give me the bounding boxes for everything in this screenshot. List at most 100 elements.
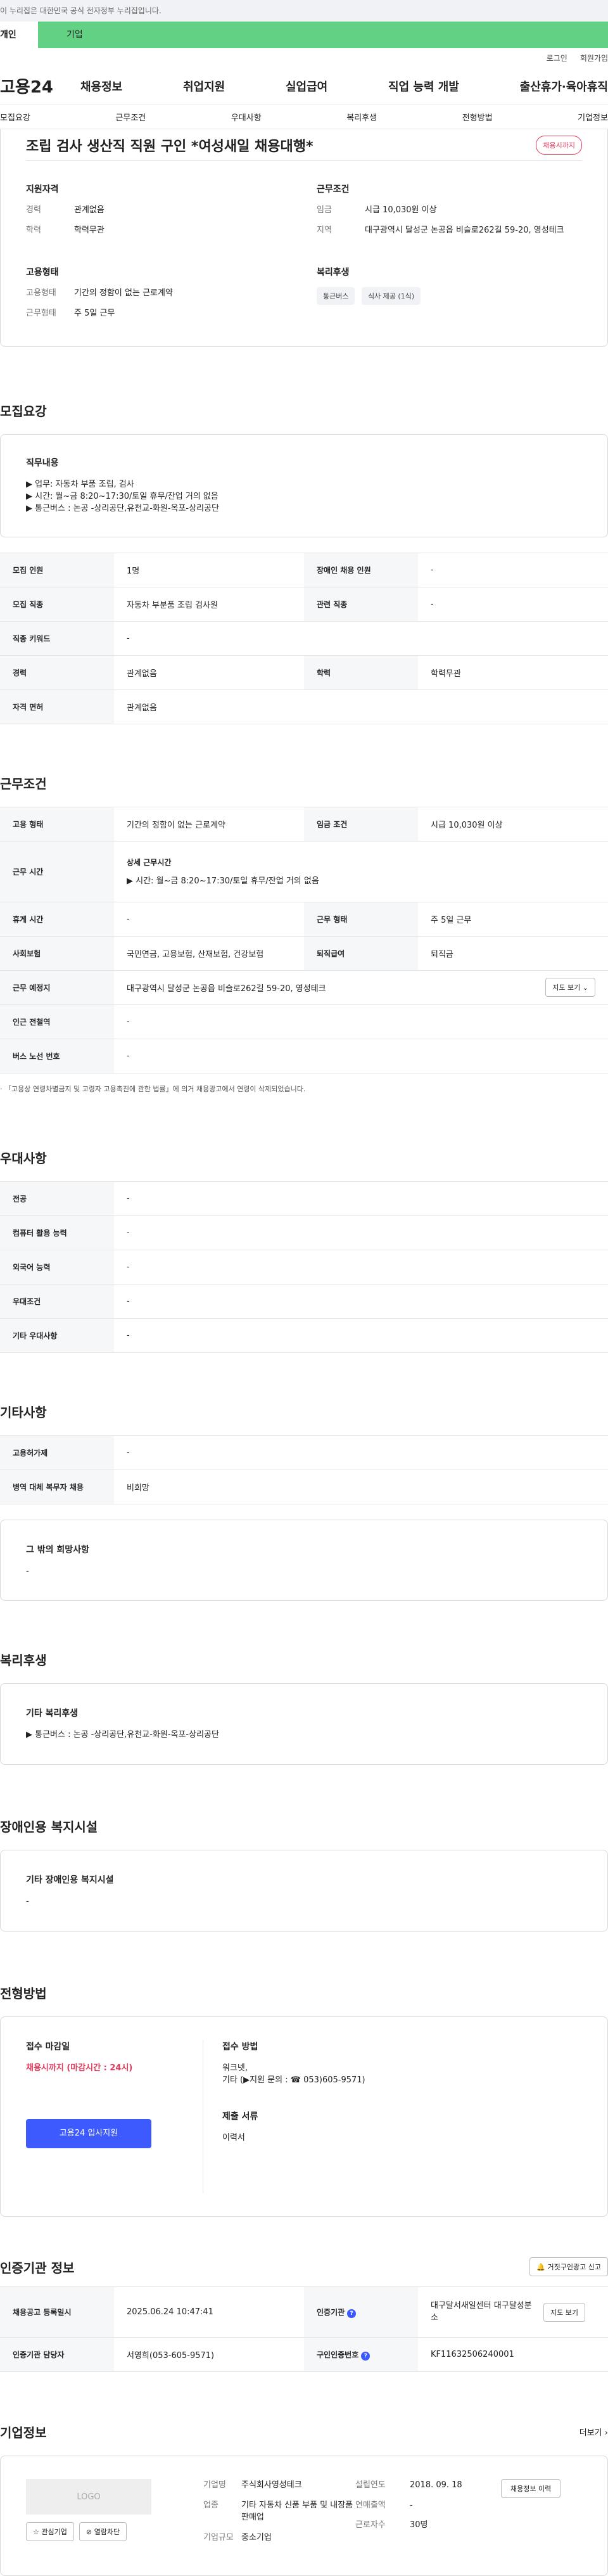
map-button-label: 지도 보기 [552, 984, 581, 992]
mgr-label: 인증기관 담당자 [0, 2337, 114, 2373]
block-button[interactable]: ⊘ 열람차단 [79, 2522, 127, 2542]
chevron-right-icon: › [604, 2428, 608, 2438]
login-link[interactable]: 로그인 [547, 53, 567, 63]
language-label: 외국어 능력 [0, 1250, 114, 1285]
more-link-label: 더보기 [579, 2428, 602, 2438]
table-row: 고용허가제 - [0, 1435, 608, 1470]
subnav-preference[interactable]: 우대사항 [231, 111, 262, 123]
industry-label: 업종 [203, 2500, 218, 2510]
table-row: 사회보험 국민연금, 고용보험, 산재보험, 건강보험 퇴직급여 퇴직금 [0, 936, 608, 971]
worktype-value: 주 5일 근무 [418, 902, 608, 937]
num-label-cell: 구인인증번호? [304, 2337, 418, 2373]
company-name-value: 주식회사영성테크 [241, 2480, 302, 2490]
more-link[interactable]: 더보기 › [580, 2426, 608, 2438]
military-label: 병역 대체 복무자 채용 [0, 1470, 114, 1504]
bus-value: - [114, 1039, 608, 1073]
edu-value: 학력무관 [418, 655, 608, 690]
org-map-button[interactable]: 지도 보기 [543, 2302, 585, 2322]
place-label: 근무 예정지 [0, 970, 114, 1005]
duty-line-1: ▶ 업무: 자동차 부품 조립, 검사 [26, 480, 134, 489]
bell-icon: 🔔 [536, 2263, 546, 2272]
duty-box: 직무내용 ▶ 업무: 자동차 부품 조립, 검사 ▶ 시간: 월~금 8:20~… [0, 434, 608, 537]
disabled-value: - [418, 553, 608, 587]
selection-section-title: 전형방법 [0, 1986, 47, 2002]
docs-title: 제출 서류 [222, 2111, 258, 2122]
join-link[interactable]: 회원가입 [580, 53, 608, 63]
table-row: 병역 대체 복무자 채용 비희망 [0, 1470, 608, 1504]
subnav-company[interactable]: 기업정보 [578, 111, 608, 123]
conditions-section-title: 근무조건 [0, 776, 47, 791]
site-logo[interactable]: 고용24 [0, 74, 80, 98]
disabled-facility-box: 기타 장애인용 복지시설 - [0, 1850, 608, 1932]
military-value: 비희망 [114, 1470, 608, 1504]
wage-label: 임금 [317, 205, 332, 215]
gnb-vocational-training[interactable]: 직업 능력 개발 [388, 78, 459, 94]
table-row: 외국어 능력 - [0, 1250, 608, 1285]
tab-company[interactable]: 기업 [38, 22, 114, 48]
retire-label: 퇴직급여 [304, 936, 418, 971]
org-label-cell: 인증기관? [304, 2286, 418, 2338]
retire-value: 퇴직금 [418, 936, 608, 971]
employees-value: 30명 [410, 2520, 428, 2530]
major-value: - [114, 1181, 608, 1216]
job-label: 모집 직종 [0, 587, 114, 622]
wage-value: 시급 10,030원 이상 [418, 807, 608, 842]
language-value: - [114, 1250, 608, 1285]
career-label: 경력 [0, 655, 114, 690]
subnav-welfare[interactable]: 복리후생 [346, 111, 377, 123]
subnav-recruit[interactable]: 모집요강 [0, 111, 30, 123]
subnav-conditions[interactable]: 근무조건 [115, 111, 146, 123]
gnb-employment-support[interactable]: 취업지원 [183, 78, 225, 94]
gnb-unemployment-benefit[interactable]: 실업급여 [286, 78, 327, 94]
insurance-value: 국민연금, 고용보험, 산재보험, 건강보험 [114, 936, 304, 971]
place-value: 대구광역시 달성군 논공읍 비슬로262길 59-20, 영성테크 [127, 984, 326, 994]
related-label: 관련 직종 [304, 587, 418, 622]
wage-label: 임금 조건 [304, 807, 418, 842]
org-value: 대구달서새일센터 대구달성분소 [431, 2301, 532, 2323]
major-label: 전공 [0, 1181, 114, 1216]
other-pref-label: 기타 우대사항 [0, 1318, 114, 1353]
career-label: 경력 [26, 205, 41, 215]
disabled-facility-section-title: 장애인용 복지시설 [0, 1819, 98, 1835]
selection-box: 접수 마감일 채용시까지 (마감시간 : 24시) 고용24 입사지원 접수 방… [0, 2016, 608, 2217]
map-button[interactable]: 지도 보기 ⌄ [545, 978, 595, 997]
help-icon[interactable]: ? [361, 2351, 370, 2361]
welfare-box-title: 기타 복리후생 [26, 1708, 79, 1719]
emp-label: 고용 형태 [0, 807, 114, 842]
org-cell: 대구달서새일센터 대구달성분소 지도 보기 [418, 2286, 608, 2338]
tab-personal[interactable]: 개인 [0, 22, 38, 48]
deadline-badge: 채용시까지 [536, 135, 582, 155]
gnb-job-info[interactable]: 채용정보 [80, 78, 122, 94]
computer-label: 컴퓨터 활용 능력 [0, 1215, 114, 1250]
agency-section-title: 인증기관 정보 [0, 2260, 75, 2276]
condition-title: 근무조건 [317, 184, 350, 195]
other-wish-value: - [26, 1566, 29, 1576]
table-row: 직종 키워드 - [0, 621, 608, 656]
license-value: 관계없음 [114, 689, 608, 724]
table-row: 인근 전철역 - [0, 1004, 608, 1039]
gnb-parental-leave[interactable]: 출산휴가·육아휴직 [520, 78, 608, 94]
help-icon[interactable]: ? [347, 2309, 357, 2318]
subnav-selection[interactable]: 전형방법 [462, 111, 493, 123]
worktype-label: 근무형태 [26, 308, 56, 318]
gov-banner-text: 이 누리집은 대한민국 공식 전자정부 누리집입니다. [0, 6, 162, 15]
reg-value: 2025.06.24 10:47:41 [114, 2286, 304, 2338]
duty-line-3: ▶ 통근버스 : 논공 -상리공단,유천교-화원-옥포-상리공단 [26, 503, 219, 513]
global-nav: 고용24 채용정보 취업지원 실업급여 직업 능력 개발 출산휴가·육아휴직 [0, 67, 608, 105]
history-button[interactable]: 채용정보 이력 [501, 2479, 561, 2499]
welfare-box-value: ▶ 통근버스 : 논공 -상리공단,유천교-화원-옥포-상리공단 [26, 1730, 219, 1740]
apply-button[interactable]: 고용24 입사지원 [26, 2118, 151, 2148]
method-value-1: 워크넷, [222, 2063, 248, 2073]
emptype-label: 고용형태 [26, 288, 56, 298]
table-row: 근무 예정지 대구광역시 달성군 논공읍 비슬로262길 59-20, 영성테크… [0, 970, 608, 1005]
recruit-section-title: 모집요강 [0, 404, 47, 419]
fav-button[interactable]: ☆ 관심기업 [26, 2522, 74, 2542]
report-button[interactable]: 🔔 거짓구인광고 신고 [529, 2257, 608, 2277]
method-value-2: 기타 (▶지원 문의 : ☎ 053)605-9571) [222, 2075, 365, 2085]
disabled-label: 장애인 채용 인원 [304, 553, 418, 587]
career-value: 관계없음 [114, 655, 304, 690]
table-row: 경력 관계없음 학력 학력무관 [0, 655, 608, 690]
break-value: - [114, 902, 304, 937]
welfare-title: 복리후생 [317, 267, 350, 278]
method-title: 접수 방법 [222, 2042, 258, 2053]
